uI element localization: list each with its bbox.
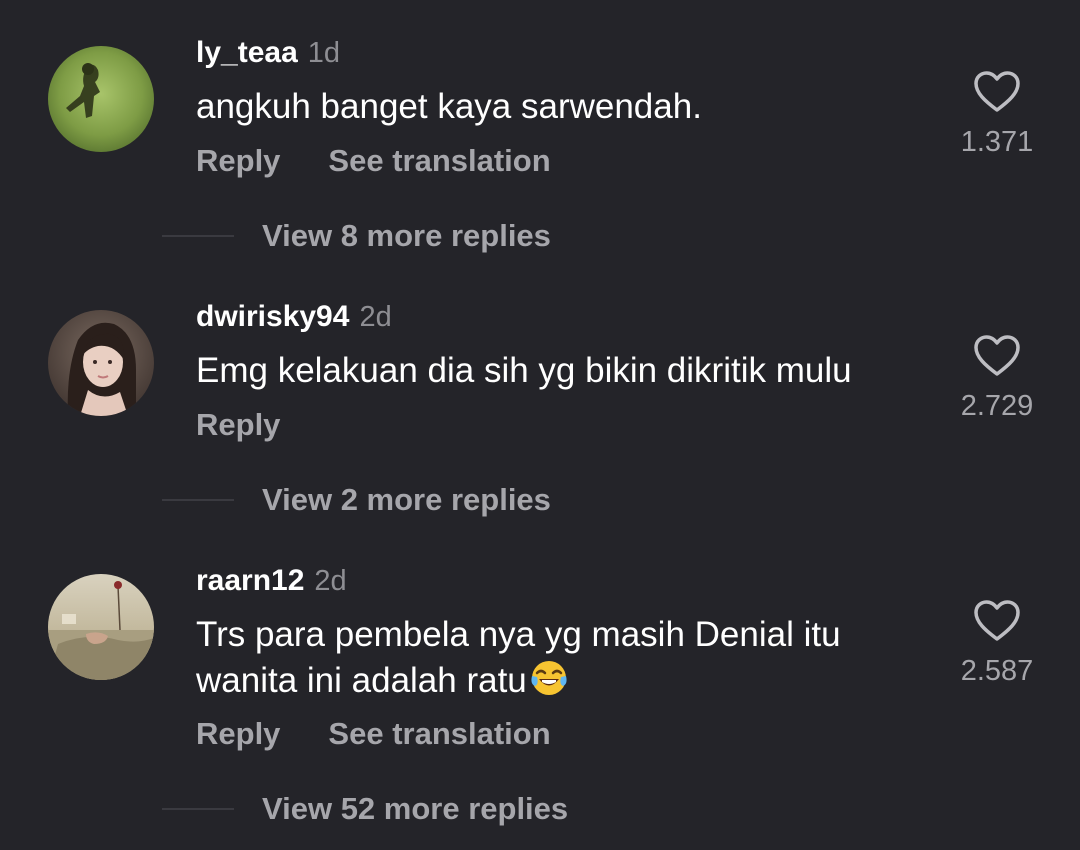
comment-text: Emg kelakuan dia sih yg bikin dikritik m… [196,351,852,390]
username[interactable]: ly_teaa [196,36,298,69]
heart-outline-icon[interactable] [973,334,1021,378]
tears-of-joy-emoji-icon [531,661,567,695]
like-count: 2.587 [960,655,1034,687]
see-translation-button[interactable]: See translation [328,714,550,754]
view-replies-button[interactable]: View 52 more replies [162,789,568,829]
like-count: 2.729 [960,390,1034,422]
like-count: 1.371 [960,126,1034,158]
view-replies-button[interactable]: View 8 more replies [162,216,551,256]
like-control[interactable]: 1.371 [952,70,1042,159]
username[interactable]: dwirisky94 [196,300,349,333]
reply-button[interactable]: Reply [196,405,280,445]
heart-outline-icon[interactable] [973,70,1021,114]
view-replies-label[interactable]: View 2 more replies [262,482,551,517]
see-translation-button[interactable]: See translation [328,141,550,181]
replies-divider [162,808,234,810]
comment-text: Trs para pembela nya yg masih Denial itu… [196,612,916,704]
comment-time: 2d [359,301,392,333]
comment-time: 2d [314,565,347,597]
view-replies-label[interactable]: View 8 more replies [262,218,551,253]
username[interactable]: raarn12 [196,564,304,597]
view-replies-label[interactable]: View 52 more replies [262,791,568,826]
replies-divider [162,235,234,237]
avatar[interactable] [48,574,154,680]
comments-panel: ly_teaa 1d angkuh banget kaya sarwendah. … [0,0,1080,850]
reply-button[interactable]: Reply [196,714,280,754]
avatar[interactable] [48,46,154,152]
comment-time: 1d [307,37,341,69]
avatar[interactable] [48,310,154,416]
heart-outline-icon[interactable] [973,599,1021,643]
comment-text-line: Trs para pembela nya yg masih Denial itu [196,615,841,654]
replies-divider [162,499,234,501]
like-control[interactable]: 2.587 [952,599,1042,688]
comment-text-line: wanita ini adalah ratu [196,658,916,704]
comment-text-fragment: wanita ini adalah ratu [196,661,527,700]
like-control[interactable]: 2.729 [952,334,1042,423]
comment-text: angkuh banget kaya sarwendah. [196,87,702,126]
view-replies-button[interactable]: View 2 more replies [162,480,551,520]
reply-button[interactable]: Reply [196,141,280,181]
